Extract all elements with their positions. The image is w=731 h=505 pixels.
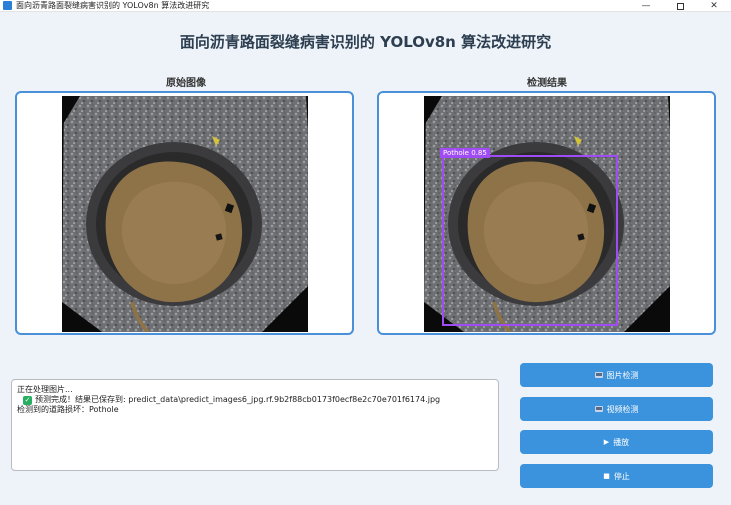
log-line: ✓ 预测完成！结果已保存到: predict_data\predict_imag… <box>17 395 493 405</box>
image-detect-label: 图片检测 <box>606 370 639 380</box>
close-icon: ✕ <box>710 0 718 11</box>
app-icon <box>3 1 12 10</box>
original-image-label: 原始图像 <box>166 78 206 89</box>
image-detect-button[interactable]: 图片检测 <box>520 363 713 387</box>
play-button[interactable]: ▶ 播放 <box>520 430 713 454</box>
original-image-panel <box>15 91 354 335</box>
stop-button[interactable]: ■ 停止 <box>520 464 713 488</box>
stop-label: 停止 <box>613 471 630 481</box>
play-label: 播放 <box>613 437 630 447</box>
check-icon: ✓ <box>23 395 32 405</box>
log-line-text: 检测到的道路损坏：Pothole <box>17 405 119 414</box>
log-line: 检测到的道路损坏：Pothole <box>17 405 493 415</box>
log-output[interactable]: 正在处理图片... ✓ 预测完成！结果已保存到: predict_data\pr… <box>11 379 499 471</box>
video-detect-label: 视频检测 <box>606 404 639 414</box>
maximize-icon <box>676 2 684 10</box>
log-line-text: 正在处理图片... <box>17 385 73 394</box>
play-icon: ▶ <box>603 437 610 446</box>
pothole-photo <box>62 96 308 332</box>
minimize-icon: — <box>641 0 651 11</box>
result-image-panel: Pothole 0.85 <box>377 91 716 335</box>
log-line: 正在处理图片... <box>17 385 493 395</box>
log-line-text: 预测完成！结果已保存到: predict_data\predict_images… <box>35 395 441 404</box>
picture-icon <box>594 372 603 378</box>
page-title: 面向沥青路面裂缝病害识别的 YOLOv8n 算法改进研究 <box>179 33 552 51</box>
original-image <box>62 96 308 332</box>
detection-label: Pothole 0.85 <box>440 148 490 158</box>
result-image-label: 检测结果 <box>527 78 567 89</box>
stop-icon: ■ <box>603 471 610 480</box>
result-image: Pothole 0.85 <box>424 96 670 332</box>
maximize-button[interactable] <box>663 0 697 12</box>
window-controls: — ✕ <box>629 0 731 12</box>
title-bar: 面向沥青路面裂缝病害识别的 YOLOv8n 算法改进研究 — ✕ <box>0 0 731 12</box>
video-detect-button[interactable]: 视频检测 <box>520 397 713 421</box>
minimize-button[interactable]: — <box>629 0 663 12</box>
close-button[interactable]: ✕ <box>697 0 731 12</box>
video-icon <box>594 406 603 412</box>
window-title: 面向沥青路面裂缝病害识别的 YOLOv8n 算法改进研究 <box>16 1 210 10</box>
detection-box <box>442 155 618 326</box>
